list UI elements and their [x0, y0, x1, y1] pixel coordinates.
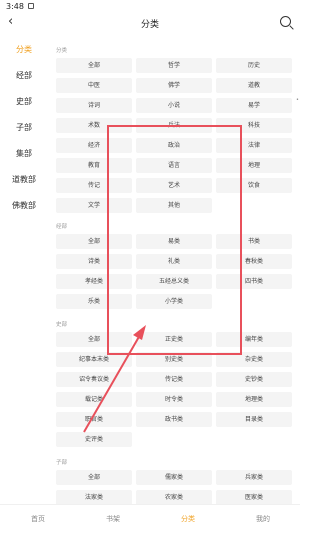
category-chip[interactable]: 史钞类: [216, 372, 292, 387]
category-chip[interactable]: 小说: [136, 98, 212, 113]
notification-icon: [27, 3, 34, 9]
status-bar: 3:48: [0, 0, 300, 12]
sidebar-item[interactable]: 佛教部: [0, 200, 48, 211]
category-chip[interactable]: 农家类: [136, 490, 212, 504]
sidebar-item[interactable]: 子部: [0, 122, 48, 133]
category-chip[interactable]: 史评类: [56, 432, 132, 447]
category-chip[interactable]: 易学: [216, 98, 292, 113]
section-title: 经部: [56, 224, 68, 230]
status-time: 3:48: [6, 1, 24, 11]
bottom-tab[interactable]: 书架: [88, 514, 138, 524]
category-chip[interactable]: 哲学: [136, 58, 212, 73]
category-chip[interactable]: 道教: [216, 78, 292, 93]
sidebar-item[interactable]: 道教部: [0, 174, 48, 185]
section-title: 分类: [56, 48, 68, 54]
section-title: 史部: [56, 322, 68, 328]
bottom-tab[interactable]: 首页: [13, 514, 63, 524]
category-chip[interactable]: 诏令奏议类: [56, 372, 132, 387]
category-chip[interactable]: 历史: [216, 58, 292, 73]
sidebar-item[interactable]: 史部: [0, 96, 48, 107]
scroll-indicator: •: [296, 97, 299, 103]
sidebar-item[interactable]: 经部: [0, 70, 48, 81]
search-icon[interactable]: [280, 16, 291, 27]
bottom-tab-bar: 首页 书架 分类 我的: [0, 504, 300, 533]
category-chip[interactable]: 时令类: [136, 392, 212, 407]
category-chip[interactable]: 全部: [56, 58, 132, 73]
category-chip[interactable]: 佛学: [136, 78, 212, 93]
category-chip[interactable]: 政书类: [136, 412, 212, 427]
section-title: 子部: [56, 460, 68, 466]
category-chip[interactable]: 儒家类: [136, 470, 212, 485]
sidebar-item[interactable]: 分类: [0, 44, 48, 55]
category-chip[interactable]: 载记类: [56, 392, 132, 407]
category-chip[interactable]: 医家类: [216, 490, 292, 504]
category-chip[interactable]: 兵家类: [216, 470, 292, 485]
bottom-tab[interactable]: 分类: [163, 514, 213, 524]
category-chip[interactable]: 全部: [56, 470, 132, 485]
header: ‹ 分类: [0, 12, 300, 34]
category-sidebar: 分类经部史部子部集部道教部佛教部: [0, 34, 48, 504]
category-chip[interactable]: 目录类: [216, 412, 292, 427]
annotation-rectangle: [107, 125, 242, 355]
category-chip[interactable]: 传记类: [136, 372, 212, 387]
bottom-tab[interactable]: 我的: [238, 514, 288, 524]
category-chip[interactable]: 法家类: [56, 490, 132, 504]
category-chip[interactable]: 诗词: [56, 98, 132, 113]
category-chip[interactable]: 中医: [56, 78, 132, 93]
category-chip[interactable]: 地理类: [216, 392, 292, 407]
sidebar-item[interactable]: 集部: [0, 148, 48, 159]
category-chip[interactable]: 职官类: [56, 412, 132, 427]
page-title: 分类: [140, 20, 159, 30]
